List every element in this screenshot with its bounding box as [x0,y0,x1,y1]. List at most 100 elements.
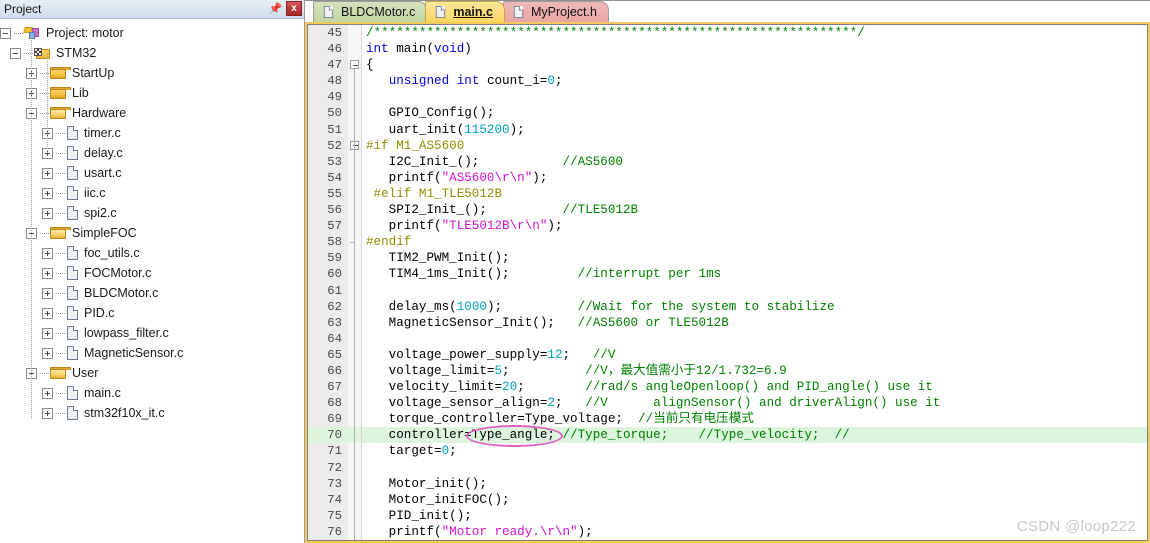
tree-item-foc-utils-c[interactable]: foc_utils.c [0,243,304,263]
tree-item-hardware[interactable]: Hardware [0,103,304,123]
tree-guide [56,412,65,414]
tab-label: main.c [453,5,493,19]
code-line[interactable]: Motor_initFOC(); [362,492,1147,508]
code-line[interactable]: printf("TLE5012B\r\n"); [362,218,1147,234]
file-icon [66,205,79,221]
tree-guide [56,292,65,294]
code-line[interactable]: I2C_Init_(); //AS5600 [362,154,1147,170]
collapse-icon[interactable] [0,27,11,39]
code-line[interactable]: MagneticSensor_Init(); //AS5600 or TLE50… [362,315,1147,331]
tree-item-pid-c[interactable]: PID.c [0,303,304,323]
tree-item-spi2-c[interactable]: spi2.c [0,203,304,223]
code-line[interactable] [362,331,1147,347]
code-token: //V alignSensor() and driverAlign() use … [562,396,941,411]
tree-item-magneticsensor-c[interactable]: MagneticSensor.c [0,343,304,363]
expand-icon[interactable] [42,287,53,299]
tree-item-project-motor[interactable]: Project: motor [0,23,304,43]
expand-icon[interactable] [42,267,53,279]
code-line[interactable]: int main(void) [362,41,1147,57]
code-token: ) [464,42,472,57]
expand-icon[interactable] [42,187,53,199]
code-line[interactable]: #endif [362,234,1147,250]
expand-icon[interactable] [42,167,53,179]
collapse-icon[interactable] [10,47,21,59]
code-line[interactable]: uart_init(115200); [362,122,1147,138]
code-line[interactable]: #if M1_AS5600 [362,138,1147,154]
editor-tab-myproject-h[interactable]: MyProject.h [502,1,609,22]
editor-tab-main-c[interactable]: main.c [425,1,505,22]
code-view[interactable]: 45 46 47 48 49 50 51 52 53 54 55 56 57 58 59 60 61 62 63 64… [307,24,1148,541]
line-number: 69 [327,412,342,427]
code-line[interactable]: target=0; [362,443,1147,459]
expand-icon[interactable] [42,247,53,259]
tree-item-lowpass-filter-c[interactable]: lowpass_filter.c [0,323,304,343]
code-token: 12 [547,347,563,362]
code-line[interactable]: voltage_sensor_align=2; //V alignSensor(… [362,395,1147,411]
code-line[interactable]: delay_ms(1000); //Wait for the system to… [362,299,1147,315]
line-number: 70 [308,427,348,444]
expand-icon[interactable] [42,387,53,399]
file-icon [323,5,334,19]
tree-item-bldcmotor-c[interactable]: BLDCMotor.c [0,283,304,303]
tree-item-label: usart.c [84,166,122,180]
pin-icon[interactable]: 📌 [268,1,283,16]
code-line[interactable]: GPIO_Config(); [362,105,1147,121]
code-line[interactable]: torque_controller=Type_voltage; //当前只有电压… [362,411,1147,427]
code-token: #elif M1_TLE5012B [366,186,503,201]
code-line[interactable]: printf("AS5600\r\n"); [362,170,1147,186]
tree-item-usart-c[interactable]: usart.c [0,163,304,183]
file-icon [513,5,524,19]
editor-area: BLDCMotor.c main.c MyProject.h 45 46 47 48 49 5… [305,0,1150,543]
code-line[interactable]: velocity_limit=20; //rad/s angleOpenloop… [362,379,1147,395]
expand-icon[interactable] [42,407,53,419]
line-number: 59 [327,251,342,266]
tree-item-startup[interactable]: StartUp [0,63,304,83]
code-line[interactable] [362,89,1147,105]
fold-margin[interactable] [348,25,362,540]
code-token: "AS5600\r\n" [441,170,533,185]
code-token: main( [396,42,435,57]
code-text[interactable]: /***************************************… [362,25,1147,540]
tree-guide [56,352,65,354]
code-token: ); [509,122,525,137]
code-line[interactable]: { [362,57,1147,73]
expand-icon[interactable] [42,327,53,339]
editor-tab-bldcmotor-c[interactable]: BLDCMotor.c [313,1,428,22]
code-line[interactable]: #elif M1_TLE5012B [362,186,1147,202]
line-number: 58 [327,235,342,250]
tree-item-iic-c[interactable]: iic.c [0,183,304,203]
tree-item-stm32f10x-it-c[interactable]: stm32f10x_it.c [0,403,304,423]
tree-item-lib[interactable]: Lib [0,83,304,103]
code-line[interactable]: voltage_power_supply=12; //V [362,347,1147,363]
code-token: 115200 [464,122,510,137]
tree-item-focmotor-c[interactable]: FOCMotor.c [0,263,304,283]
code-line[interactable]: TIM4_1ms_Init(); //interrupt per 1ms [362,266,1147,282]
code-token: printf( [366,524,442,539]
tree-item-main-c[interactable]: main.c [0,383,304,403]
code-line[interactable]: Motor_init(); [362,476,1147,492]
line-number: 60 [327,267,342,282]
tree-item-stm32[interactable]: STM32 [0,43,304,63]
tree-guide [56,192,65,194]
code-line[interactable] [362,460,1147,476]
code-line[interactable]: /***************************************… [362,25,1147,41]
code-line[interactable]: controller=Type_angle; //Type_torque; //… [362,427,1147,444]
expand-icon[interactable] [42,207,53,219]
code-line[interactable]: SPI2_Init_(); //TLE5012B [362,202,1147,218]
tree-item-timer-c[interactable]: timer.c [0,123,304,143]
tree-item-simplefoc[interactable]: SimpleFOC [0,223,304,243]
tree-guide [56,252,65,254]
file-icon [66,285,79,301]
code-line[interactable]: unsigned int count_i=0; [362,73,1147,89]
tree-item-user[interactable]: User [0,363,304,383]
fold-collapse-icon[interactable] [350,60,359,70]
expand-icon[interactable] [42,347,53,359]
code-line[interactable]: TIM2_PWM_Init(); [362,250,1147,266]
fold-guide-line [354,69,355,540]
expand-icon[interactable] [42,307,53,319]
code-line[interactable]: voltage_limit=5; //V，最大值需小于12/1.732=6.9 [362,363,1147,379]
close-icon[interactable]: x [286,1,302,16]
file-icon [66,125,79,141]
code-line[interactable] [362,283,1147,299]
tree-item-delay-c[interactable]: delay.c [0,143,304,163]
